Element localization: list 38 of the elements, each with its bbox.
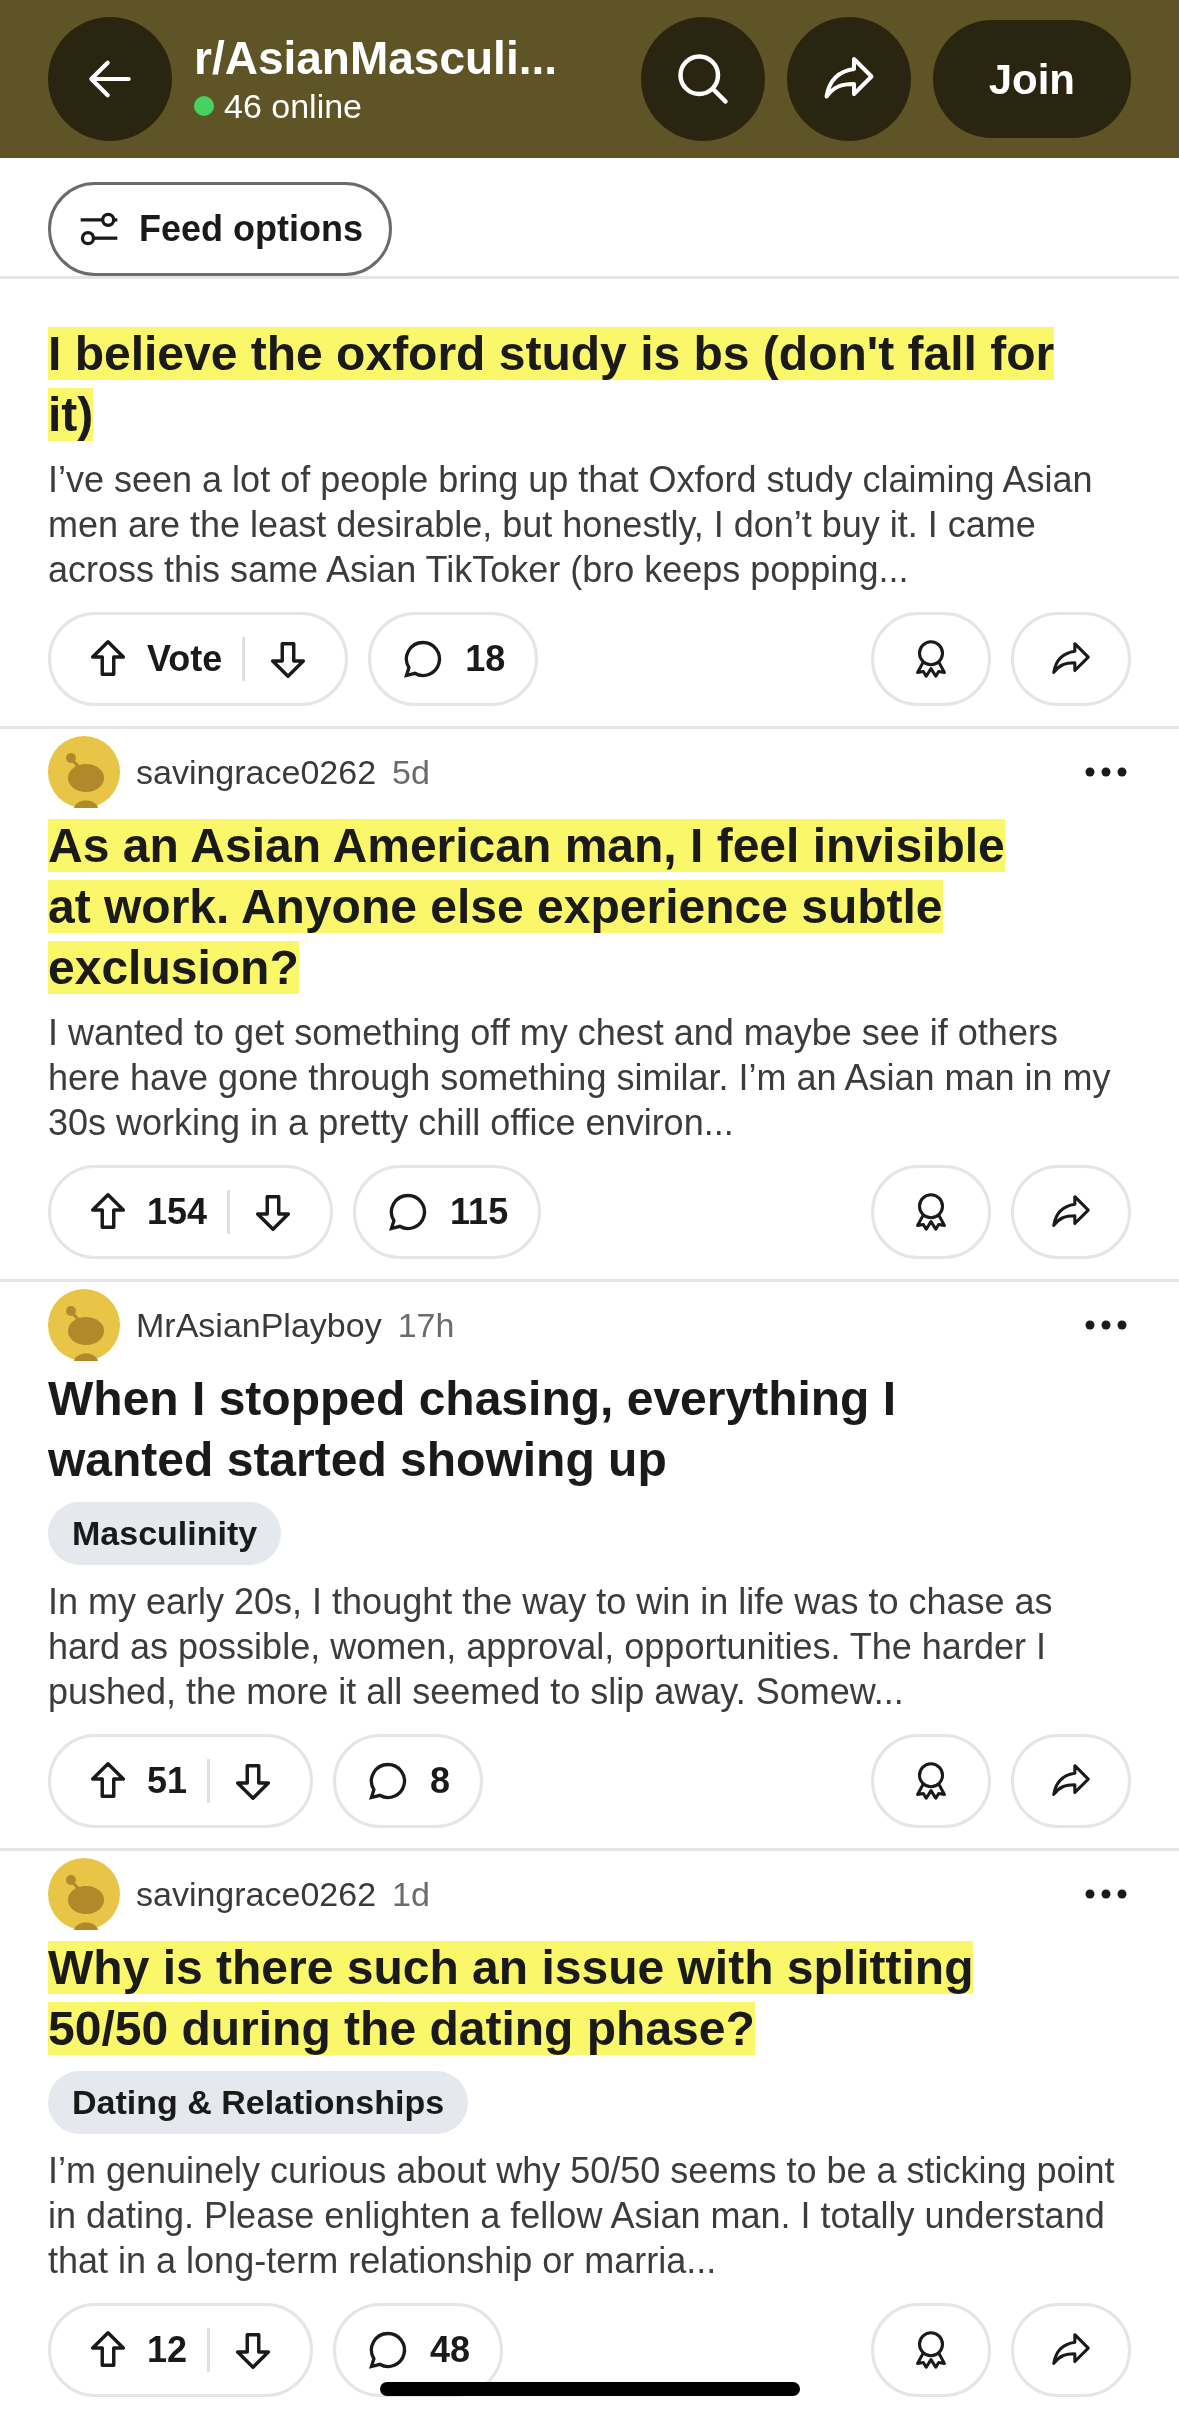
- avatar-icon: [48, 1289, 120, 1361]
- author-name[interactable]: savingrace0262: [136, 746, 377, 798]
- award-button[interactable]: [871, 2303, 991, 2397]
- award-button[interactable]: [871, 612, 991, 706]
- more-icon: [1085, 1320, 1127, 1330]
- comments-button[interactable]: 115: [353, 1165, 542, 1259]
- share-button[interactable]: [1011, 1734, 1131, 1828]
- flair-tag[interactable]: Dating & Relationships: [48, 2071, 469, 2134]
- post-title[interactable]: When I stopped chasing, everything I wanted started showing up: [48, 1368, 1058, 1490]
- avatar-icon: [48, 736, 120, 808]
- upvote-button[interactable]: 12: [85, 2323, 188, 2377]
- post-body: I’ve seen a lot of people bring up that Oxford study claiming Asian men are the least desirable, but honestly, I don’t buy it. I came across this same Asian TikToker (bro keeps popping...: [48, 458, 1094, 592]
- post-age: 5d: [392, 751, 430, 793]
- join-button[interactable]: Join: [932, 20, 1131, 138]
- comments-button[interactable]: 18: [368, 612, 539, 706]
- comments-button[interactable]: 8: [333, 1734, 484, 1828]
- avatar-icon: [48, 1858, 120, 1930]
- more-icon: [1085, 1889, 1127, 1899]
- author-name[interactable]: MrAsianPlayboy: [136, 1299, 382, 1351]
- community-name: r/AsianMasculi...: [194, 31, 558, 85]
- feed-options-button[interactable]: Feed options: [48, 182, 392, 276]
- upvote-button[interactable]: 154: [85, 1185, 208, 1239]
- flair-tag[interactable]: Masculinity: [48, 1502, 282, 1565]
- share-button[interactable]: [1011, 2303, 1131, 2397]
- post-body: I wanted to get something off my chest and maybe see if others here have gone through something similar. I’m an Asian man in my 30s working in a pretty chill office environ...: [48, 1011, 1112, 1145]
- award-button[interactable]: [871, 1165, 991, 1259]
- share-button[interactable]: [1011, 1165, 1131, 1259]
- post-body: In my early 20s, I thought the way to win in life was to chase as hard as possible, women, approval, opportunities. The harder I pushed, the more it all seemed to slip away. Somew...: [48, 1580, 1054, 1714]
- post-age: 1d: [392, 1873, 430, 1915]
- post-body: I’m genuinely curious about why 50/50 seems to be a sticking point in dating. Please enlighten a fellow Asian man. I totally understand that in a long-term relationship or marria...: [48, 2149, 1116, 2283]
- author-name[interactable]: savingrace0262: [136, 1868, 377, 1920]
- share-button[interactable]: [1011, 612, 1131, 706]
- upvote-button[interactable]: Vote: [85, 632, 223, 686]
- upvote-button[interactable]: 51: [85, 1754, 188, 1808]
- award-button[interactable]: [871, 1734, 991, 1828]
- post-age: 17h: [397, 1304, 455, 1346]
- more-icon: [1085, 767, 1127, 777]
- online-count: 46 online: [224, 86, 362, 127]
